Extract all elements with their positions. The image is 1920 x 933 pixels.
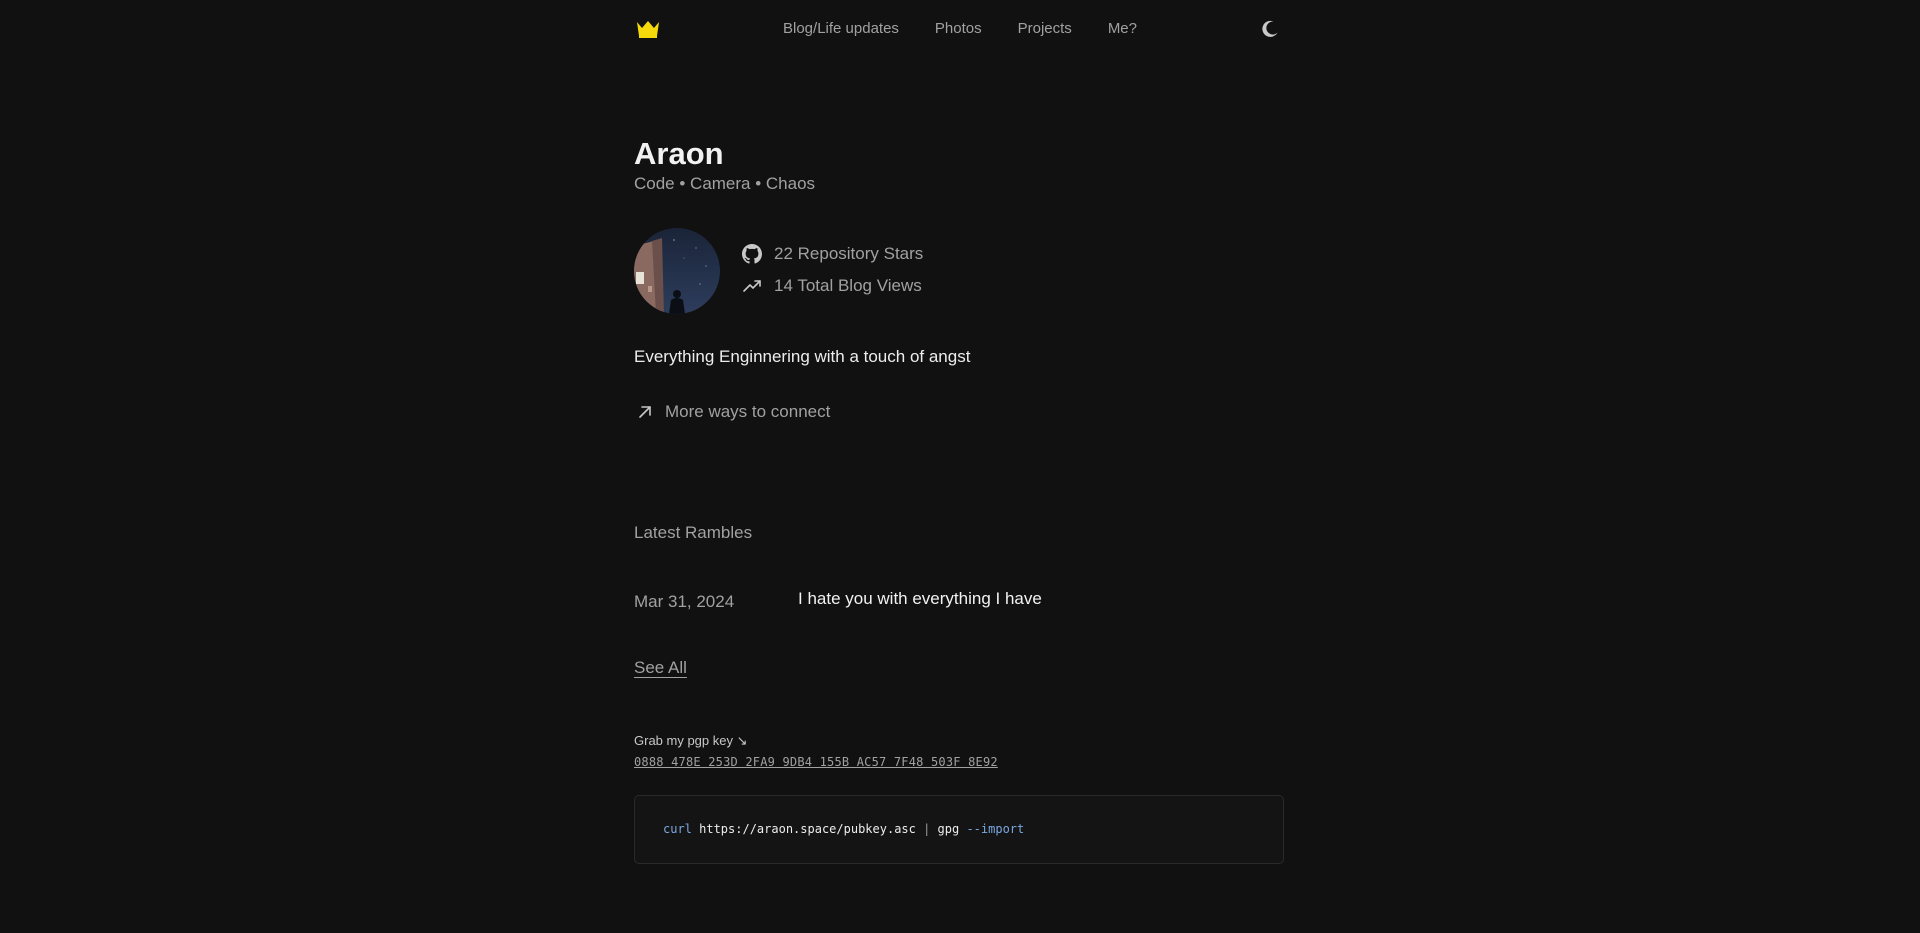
description: Everything Enginnering with a touch of a…	[634, 347, 971, 366]
nav-link-me[interactable]: Me?	[1108, 19, 1137, 39]
section-title: Latest Rambles	[634, 523, 753, 542]
nav-links: Blog/Life updates Photos Projects Me?	[783, 19, 1173, 39]
page: Blog/Life updates Photos Projects Me? Ar…	[0, 0, 1920, 933]
avatar	[634, 228, 720, 314]
arrow-up-right-icon	[639, 406, 651, 418]
code-block[interactable]: curl https://araon.space/pubkey.asc | gp…	[634, 795, 1284, 864]
nav-link-projects[interactable]: Projects	[1018, 19, 1072, 39]
list-item[interactable]: Mar 31, 2024 I hate you with everything …	[634, 589, 1284, 613]
tagline: Code • Camera • Chaos	[634, 174, 816, 193]
top-nav: Blog/Life updates Photos Projects Me?	[634, 0, 1284, 58]
code-gpg: gpg	[930, 822, 967, 836]
pgp-fingerprint-link[interactable]: 0888 478E 253D 2FA9 9DB4 155B AC57 7F48 …	[634, 755, 998, 769]
crown-icon[interactable]	[636, 19, 660, 39]
code-flag: --import	[966, 822, 1025, 836]
github-icon	[742, 244, 762, 264]
nav-link-blog[interactable]: Blog/Life updates	[783, 19, 899, 39]
stat-views-label: 14 Total Blog Views	[774, 276, 922, 295]
post-date: Mar 31, 2024	[634, 592, 735, 611]
stat-github-label: 22 Repository Stars	[774, 244, 924, 263]
page-title: Araon	[634, 136, 724, 171]
see-all-link[interactable]: See All	[634, 658, 687, 678]
more-connect-link[interactable]: More ways to connect	[634, 402, 830, 422]
stat-github: 22 Repository Stars	[742, 243, 923, 265]
pgp-label: Grab my pgp key ↘	[634, 733, 748, 748]
more-connect-label: More ways to connect	[665, 402, 831, 421]
nav-link-photos[interactable]: Photos	[935, 19, 982, 39]
trending-up-icon	[742, 276, 762, 296]
stats: 22 Repository Stars 14 Total Blog Views	[742, 243, 923, 307]
moon-icon[interactable]	[1260, 19, 1280, 39]
code-command: curl https://araon.space/pubkey.asc | gp…	[663, 822, 1024, 836]
stat-views: 14 Total Blog Views	[742, 275, 923, 297]
code-cmd: curl	[663, 822, 692, 836]
code-url: https://araon.space/pubkey.asc	[691, 822, 924, 836]
post-title: I hate you with everything I have	[798, 589, 1042, 608]
